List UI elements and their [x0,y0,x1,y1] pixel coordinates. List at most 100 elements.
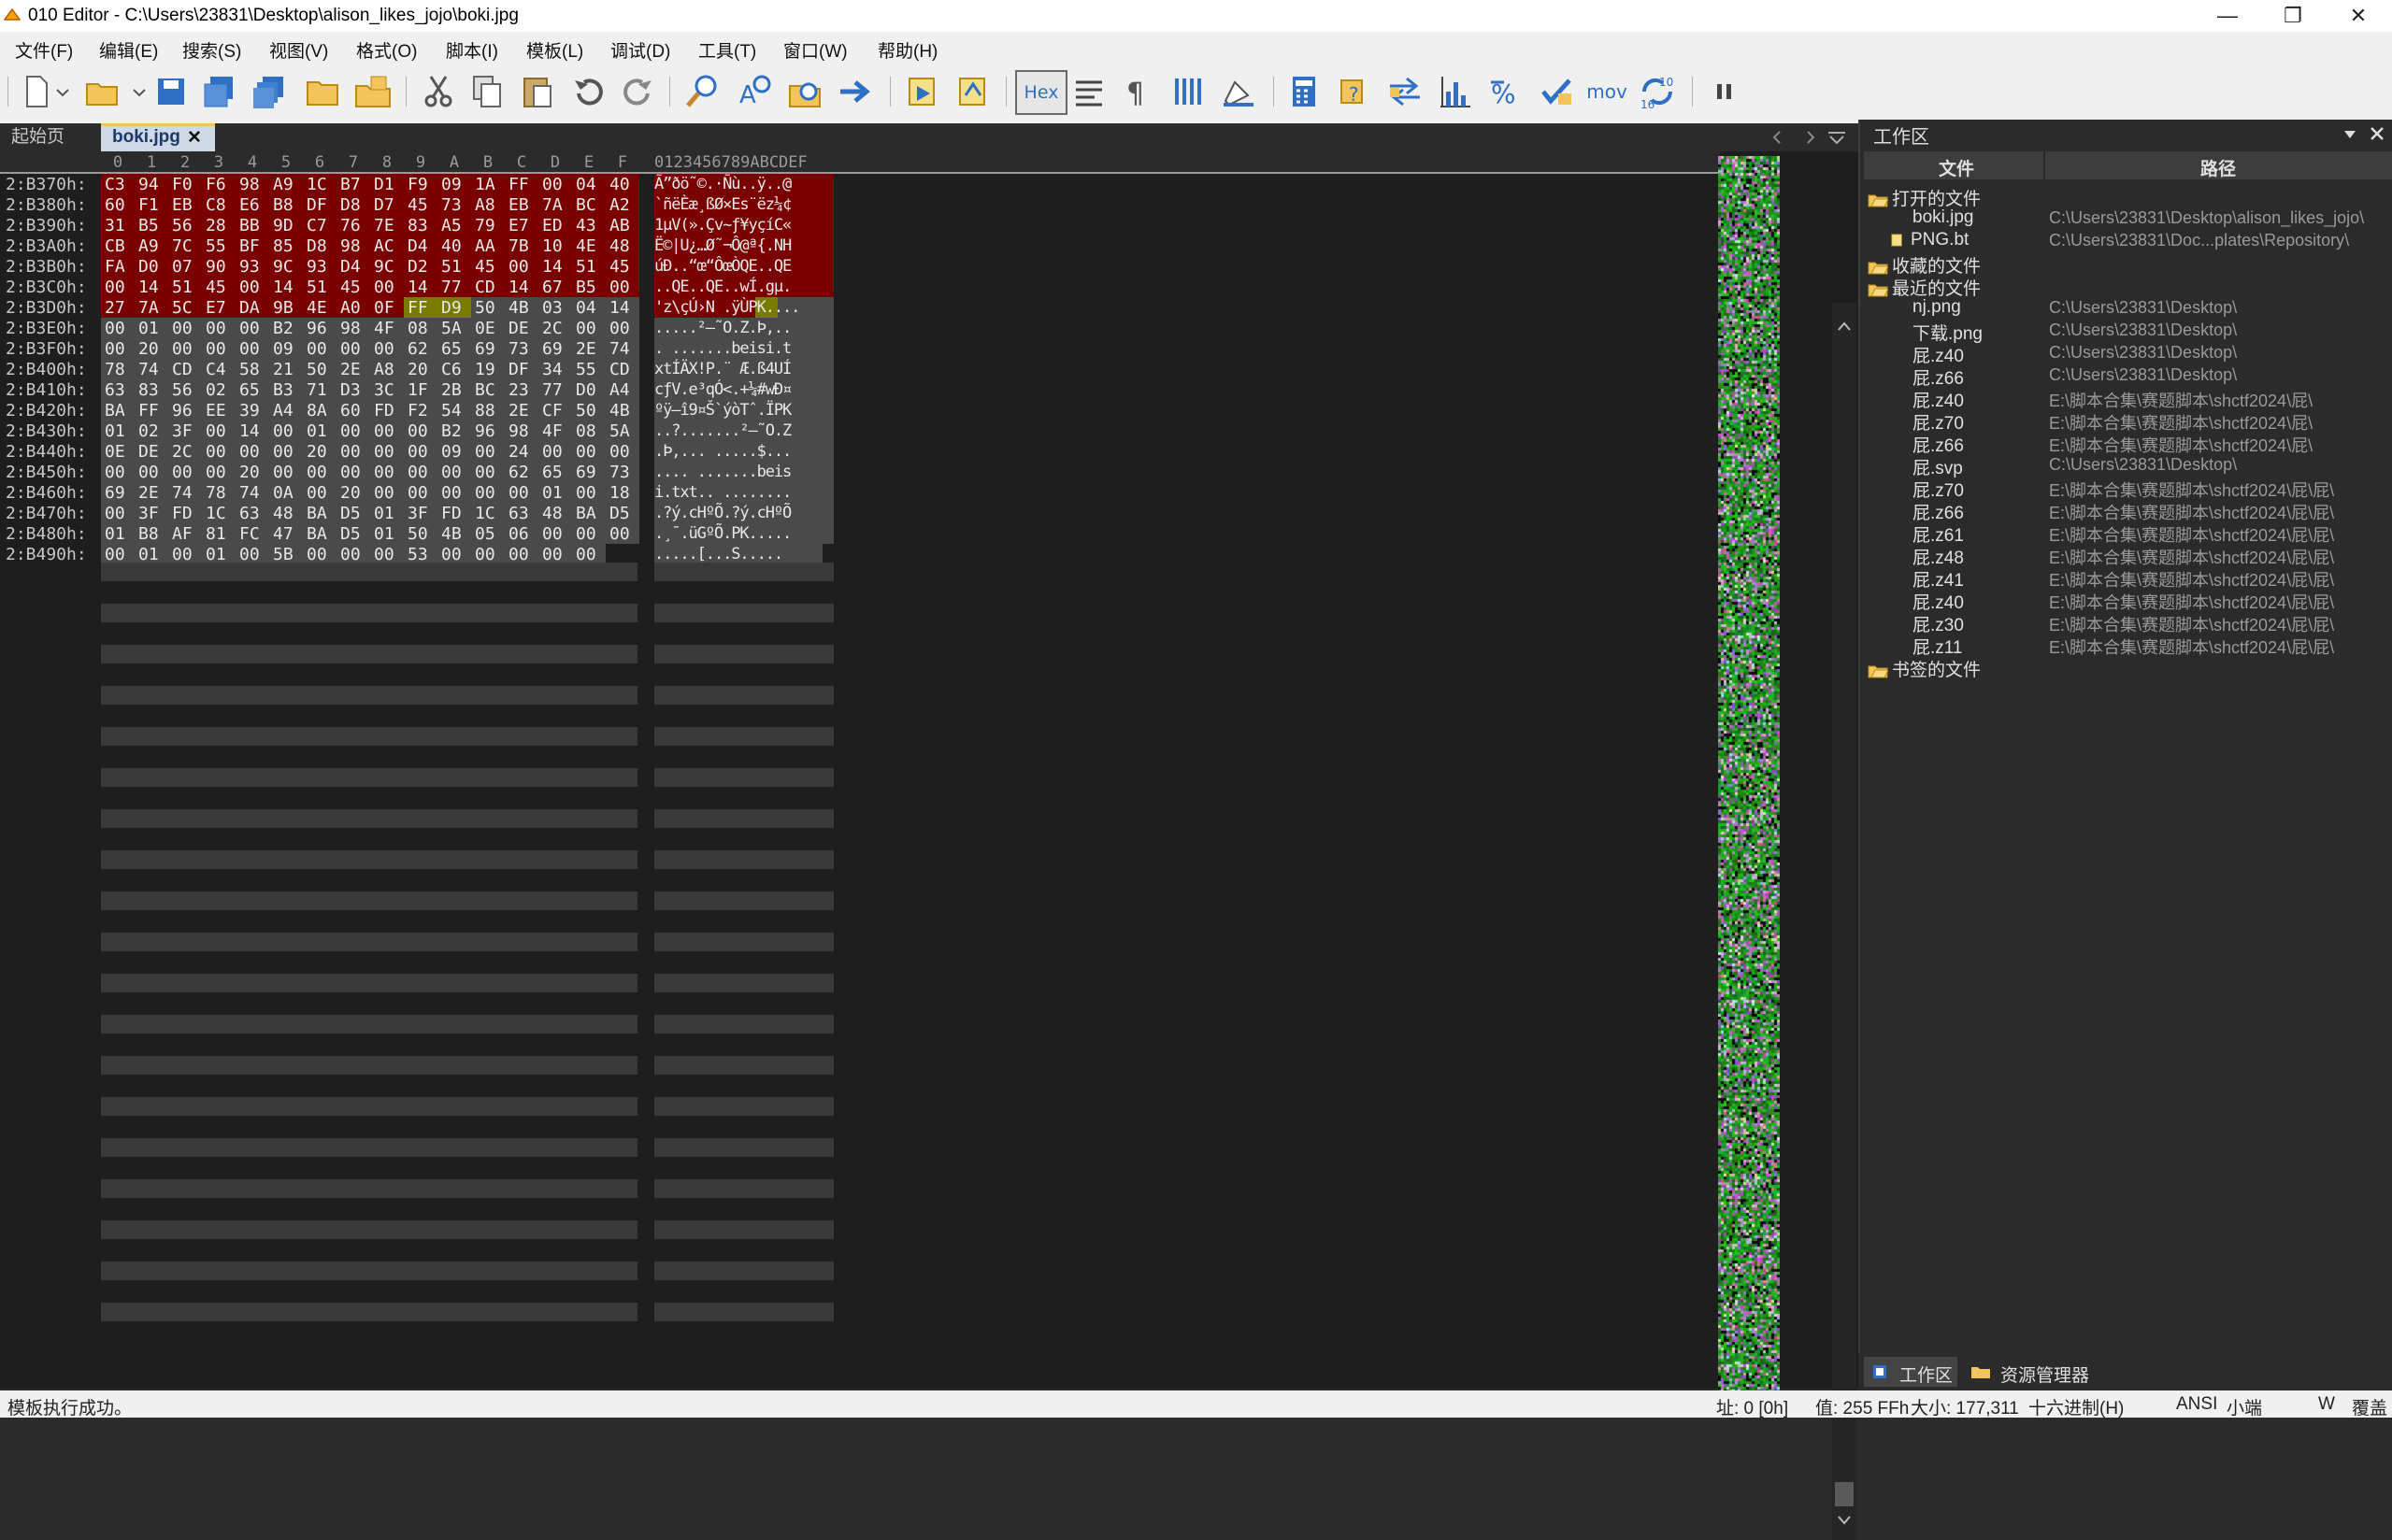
hex-byte[interactable]: 74 [609,339,639,359]
compare-icon[interactable] [1383,70,1426,113]
hex-byte[interactable]: 2E [340,360,370,379]
hex-byte[interactable]: 67 [542,278,572,297]
hex-byte[interactable]: 00 [307,483,337,503]
workspace-file-item[interactable]: 屁.z40 [1912,342,1964,366]
hex-byte[interactable]: D8 [307,236,337,256]
hex-byte[interactable]: 01 [105,421,135,441]
workspace-file-item[interactable]: 屁.svp [1912,454,1963,478]
ascii-text[interactable]: i.txt.. ........ [654,483,792,502]
hex-byte[interactable]: 7A [138,298,168,318]
hex-byte[interactable]: CD [475,278,505,297]
hex-byte[interactable]: 9D [273,216,303,235]
hex-byte[interactable]: BB [239,216,269,235]
hex-byte[interactable]: AC [374,236,404,256]
minimize-button[interactable]: — [2195,0,2260,32]
hex-byte[interactable]: A2 [609,195,639,215]
hex-byte[interactable]: 28 [206,216,236,235]
hex-byte[interactable]: 00 [239,545,269,564]
hex-byte[interactable]: 7C [172,236,202,256]
paragraph-icon[interactable]: ¶ [1116,70,1159,113]
hex-byte[interactable]: F2 [408,401,437,421]
hex-byte[interactable]: A5 [441,216,471,235]
tab-start-page[interactable]: 起始页 [11,123,64,151]
hex-byte[interactable]: DE [508,319,538,338]
hex-byte[interactable]: 8A [307,401,337,421]
hex-byte[interactable]: 58 [239,360,269,379]
hex-byte[interactable]: BA [307,504,337,523]
hex-byte[interactable]: 4B [441,524,471,544]
hex-byte[interactable]: 98 [239,175,269,194]
hex-byte[interactable]: 00 [441,463,471,482]
hex-byte[interactable]: D4 [408,236,437,256]
hex-byte[interactable]: E7 [206,298,236,318]
ascii-text[interactable]: ..QE..QE..wÍ.gµ. [654,278,792,296]
hex-byte[interactable]: 00 [508,257,538,277]
hex-byte[interactable]: 51 [172,278,202,297]
hex-byte[interactable]: D0 [576,380,606,400]
new-dropdown-icon[interactable] [49,70,77,113]
workspace-file-item[interactable]: 屁.z40 [1912,387,1964,411]
hex-byte[interactable]: A4 [609,380,639,400]
hex-byte[interactable]: 55 [576,360,606,379]
folder-bookmarks[interactable]: 书签的文件 [1868,656,1981,680]
hex-byte[interactable]: CD [609,360,639,379]
status-edit-mode[interactable]: 十六进制(H) [2028,1394,2124,1419]
workspace-file-item[interactable]: 屁.z66 [1912,432,1964,456]
hex-byte[interactable]: 98 [508,421,538,441]
hex-byte[interactable]: 73 [508,339,538,359]
hex-byte[interactable]: 00 [340,421,370,441]
hex-byte[interactable]: 20 [239,463,269,482]
hex-byte[interactable]: D9 [441,298,471,318]
scroll-thumb[interactable] [1835,1482,1854,1506]
hex-byte[interactable]: 60 [340,401,370,421]
hex-byte[interactable]: 14 [138,278,168,297]
hex-byte[interactable]: 71 [307,380,337,400]
hex-byte[interactable]: 06 [508,524,538,544]
hex-byte[interactable]: FF [508,175,538,194]
hex-byte[interactable]: 83 [408,216,437,235]
hex-byte[interactable]: B5 [576,278,606,297]
hex-byte[interactable]: 5A [609,421,639,441]
paste-icon[interactable] [516,70,559,113]
hex-byte[interactable]: 62 [408,339,437,359]
ascii-text[interactable]: . .......beisi.t [654,339,792,358]
highlight-icon[interactable] [1217,70,1260,113]
workspace-file-item[interactable]: 屁.z66 [1912,499,1964,523]
hex-byte[interactable]: 07 [172,257,202,277]
copy-icon[interactable] [466,70,508,113]
hex-byte[interactable]: 94 [138,175,168,194]
hex-byte[interactable]: 0E [105,442,135,462]
hex-byte[interactable]: 00 [340,339,370,359]
workspace-file-item[interactable]: 屁.z40 [1912,589,1964,613]
hex-byte[interactable]: 01 [307,421,337,441]
hex-byte[interactable]: 2E [138,483,168,503]
hex-editor[interactable]: 0 1 2 3 4 5 6 7 8 9 A B C D E F 0123456789ABCDEF 2:B370h… [0,151,1858,1540]
hex-byte[interactable]: 48 [542,504,572,523]
hex-byte[interactable]: 69 [576,463,606,482]
hex-byte[interactable]: 73 [609,463,639,482]
hex-byte[interactable]: AB [609,216,639,235]
hex-byte[interactable]: 5A [441,319,471,338]
hex-byte[interactable]: CF [542,401,572,421]
hex-byte[interactable]: 40 [609,175,639,194]
hex-byte[interactable]: 76 [340,216,370,235]
status-encoding[interactable]: ANSI [2176,1394,2217,1415]
hex-byte[interactable]: 53 [408,545,437,564]
hex-byte[interactable]: FA [105,257,135,277]
hex-byte[interactable]: 5C [172,298,202,318]
hex-byte[interactable]: 63 [239,504,269,523]
hex-byte[interactable]: 65 [239,380,269,400]
ascii-text[interactable]: .....[...S..... [654,545,783,563]
hex-byte[interactable]: BA [105,401,135,421]
open-folder-icon[interactable] [80,70,123,113]
hex-byte[interactable]: 69 [542,339,572,359]
hex-byte[interactable]: B2 [441,421,471,441]
calculator-icon[interactable] [1282,70,1325,113]
hex-byte[interactable]: 04 [576,298,606,318]
hex-byte[interactable]: 4B [609,401,639,421]
hex-byte[interactable]: 08 [408,319,437,338]
hex-byte[interactable]: 0A [273,483,303,503]
hex-byte[interactable]: 83 [138,380,168,400]
hex-byte[interactable]: 09 [441,175,471,194]
hex-byte[interactable]: 00 [172,545,202,564]
